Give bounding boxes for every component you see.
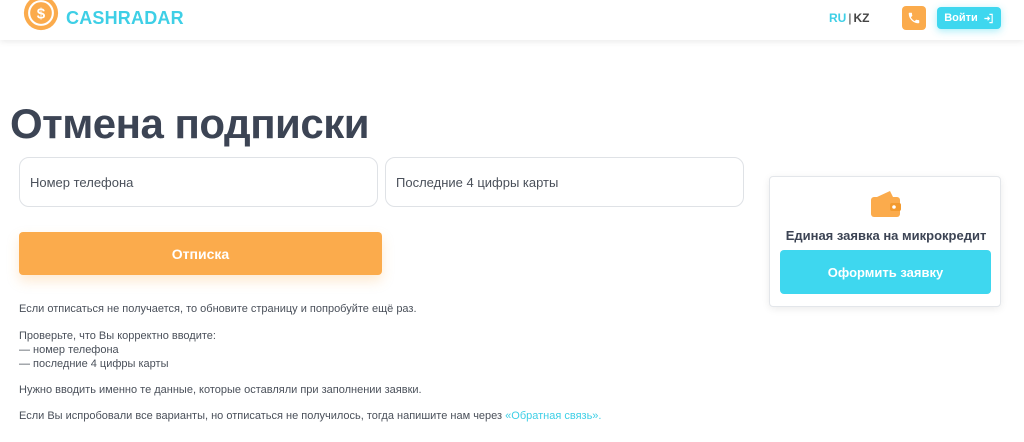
lang-ru-link[interactable]: RU — [829, 11, 846, 25]
lang-kz-link[interactable]: KZ — [853, 11, 869, 25]
login-button[interactable]: Войти — [937, 7, 1001, 29]
feedback-link[interactable]: «Обратная связь». — [505, 410, 601, 422]
svg-text:$: $ — [37, 6, 46, 23]
note-contact-text: Если Вы испробовали все варианты, но отп… — [19, 410, 506, 422]
microcredit-card: Единая заявка на микрокредит Оформить за… — [769, 176, 1001, 307]
apply-button[interactable]: Оформить заявку — [780, 250, 991, 294]
unsubscribe-button[interactable]: Отписка — [19, 232, 382, 275]
phone-icon — [908, 12, 920, 24]
note-check-intro: Проверьте, что Вы корректно вводите: — [19, 330, 216, 342]
brand-name[interactable]: CASHRADAR — [66, 8, 184, 29]
wallet-icon — [871, 191, 901, 217]
note-contact: Если Вы испробовали все варианты, но отп… — [19, 409, 601, 423]
login-label: Войти — [944, 12, 978, 24]
note-same-data: Нужно вводить именно те данные, которые … — [19, 384, 422, 396]
login-arrow-icon — [984, 13, 993, 23]
microcredit-title: Единая заявка на микрокредит — [785, 228, 987, 243]
phone-input[interactable] — [19, 157, 378, 207]
site-header: $ CASHRADAR RU | KZ Войти — [0, 0, 1024, 40]
lang-separator: | — [848, 11, 852, 25]
note-check-phone: — номер телефона — [19, 344, 119, 356]
card-digits-input[interactable] — [385, 157, 744, 207]
note-refresh: Если отписаться не получается, то обнови… — [19, 303, 417, 315]
page-title: Отмена подписки — [10, 100, 370, 147]
dollar-coin-icon[interactable]: $ — [22, 0, 60, 32]
note-check-card: — последние 4 цифры карты — [19, 358, 169, 370]
language-switcher: RU | KZ — [829, 11, 869, 25]
phone-button[interactable] — [902, 6, 926, 30]
